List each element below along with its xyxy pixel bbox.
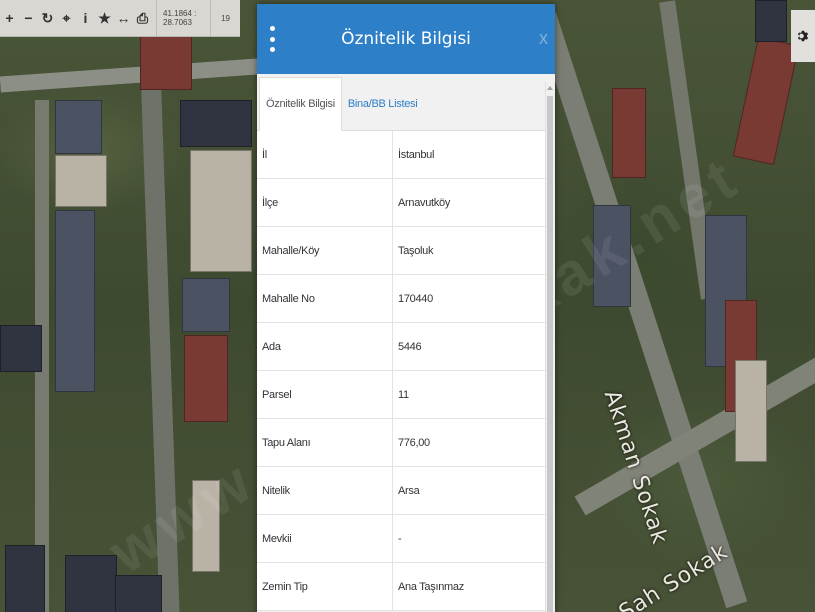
attribute-key: Mevkii: [257, 515, 393, 562]
table-row: Mevkii -: [257, 515, 545, 563]
attribute-key: Ada: [257, 323, 393, 370]
dot-icon: [269, 47, 275, 52]
table-row: Parsel 11: [257, 371, 545, 419]
favorite-button[interactable]: ★: [95, 0, 114, 36]
info-icon: i: [83, 10, 88, 26]
panel-tabs: Öznitelik Bilgisi Bina/BB Listesi: [257, 74, 555, 131]
building: [732, 36, 800, 166]
favorite-icon: ★: [98, 9, 111, 26]
attribute-value: -: [398, 532, 402, 545]
print-icon: ⎙: [136, 9, 149, 26]
attribute-table: İl İstanbul İlçe Arnavutköy Mahalle/Köy Taşol…: [257, 131, 545, 612]
coordinates-readout: 41.1864 : 28.7063: [156, 0, 212, 36]
table-row: Zemin Tip Ana Taşınmaz: [257, 563, 545, 611]
zoom-in-icon: +: [5, 10, 14, 26]
scrollbar[interactable]: [545, 82, 555, 612]
panel-header: Öznitelik Bilgisi x: [257, 4, 555, 74]
locate-icon: ⌖: [62, 9, 71, 26]
table-row: Mahalle No 170440: [257, 275, 545, 323]
building: [180, 100, 252, 147]
more-menu-button[interactable]: [267, 26, 277, 52]
attribute-key: İlçe: [257, 179, 393, 226]
building: [140, 30, 192, 90]
dot-icon: [269, 26, 275, 31]
zoom-level-readout: 19: [221, 13, 230, 23]
gear-icon: [797, 30, 809, 42]
building: [65, 555, 117, 612]
building: [182, 278, 230, 332]
building: [55, 100, 102, 154]
table-row: İl İstanbul: [257, 131, 545, 179]
table-row: Nitelik Arsa: [257, 467, 545, 515]
attribute-value: Arnavutköy: [398, 196, 451, 209]
attribute-value: 776,00: [398, 436, 430, 449]
locate-button[interactable]: ⌖: [57, 0, 76, 36]
attribute-value: 11: [398, 388, 409, 401]
table-row: Tapu Alanı 776,00: [257, 419, 545, 467]
attribute-key: İl: [257, 131, 393, 178]
attribute-key: Mahalle No: [257, 275, 393, 322]
measure-icon: ↔: [116, 10, 131, 26]
info-button[interactable]: i: [76, 0, 95, 36]
attribute-value: Ana Taşınmaz: [398, 580, 464, 593]
building: [55, 155, 107, 207]
table-row: İlçe Arnavutköy: [257, 179, 545, 227]
tab-attribute-info[interactable]: Öznitelik Bilgisi: [259, 77, 342, 131]
attribute-value: İstanbul: [398, 148, 435, 161]
building: [184, 335, 228, 422]
attribute-panel: Öznitelik Bilgisi x Öznitelik Bilgisi Bi…: [257, 4, 555, 612]
zoom-out-icon: −: [24, 10, 33, 26]
close-button[interactable]: x: [539, 28, 548, 49]
attribute-key: Mahalle/Köy: [257, 227, 393, 274]
building: [612, 88, 646, 178]
dot-icon: [269, 36, 275, 42]
scrollbar-thumb[interactable]: [547, 96, 553, 612]
building: [5, 545, 45, 612]
measure-button[interactable]: ↔: [114, 0, 133, 36]
zoom-in-button[interactable]: +: [0, 0, 19, 36]
tab-building-list[interactable]: Bina/BB Listesi: [342, 78, 423, 130]
refresh-button[interactable]: ↻: [38, 0, 57, 36]
map-toolbar: + − ↻ ⌖ i ★ ↔ ⎙ 41.1864 : 28.7063 19: [0, 0, 240, 37]
attribute-key: Tapu Alanı: [257, 419, 393, 466]
zoom-out-button[interactable]: −: [19, 0, 38, 36]
attribute-key: Parsel: [257, 371, 393, 418]
building: [190, 150, 252, 272]
settings-button[interactable]: [791, 10, 815, 62]
building: [55, 210, 95, 392]
table-row: Mahalle/Köy Taşoluk: [257, 227, 545, 275]
attribute-value: Taşoluk: [398, 244, 434, 257]
print-button[interactable]: ⎙: [133, 0, 152, 36]
panel-title: Öznitelik Bilgisi: [341, 29, 471, 49]
building: [0, 325, 42, 372]
attribute-value: 5446: [398, 340, 422, 353]
close-icon: x: [539, 28, 548, 48]
scroll-up-arrow-icon[interactable]: [547, 86, 553, 90]
building: [735, 360, 767, 462]
refresh-icon: ↻: [41, 9, 54, 26]
attribute-value: Arsa: [398, 484, 420, 497]
attribute-key: Zemin Tip: [257, 563, 393, 610]
attribute-key: Nitelik: [257, 467, 393, 514]
table-row: Ada 5446: [257, 323, 545, 371]
building: [755, 0, 787, 42]
attribute-value: 170440: [398, 292, 433, 305]
